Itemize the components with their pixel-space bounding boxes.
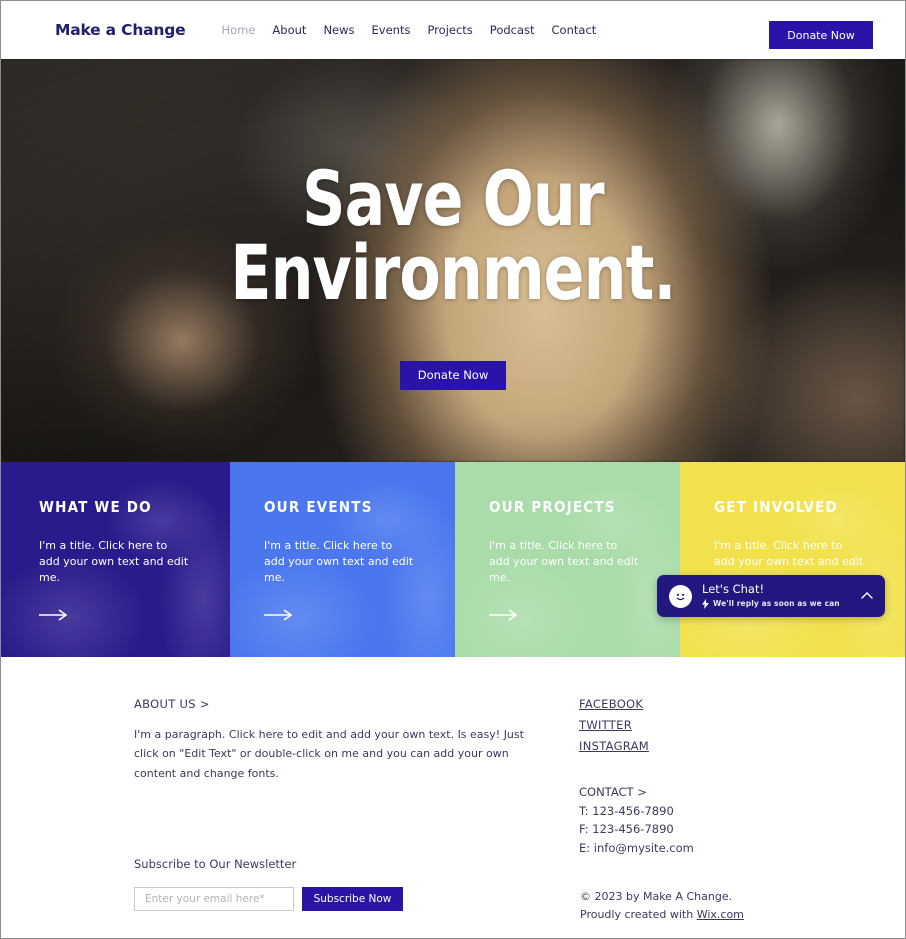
panel-our-events[interactable]: OUR EVENTS I'm a title. Click here to ad… <box>230 462 455 657</box>
header-donate-button[interactable]: Donate Now <box>769 21 873 49</box>
copyright-text: © 2023 by Make A Change. <box>580 890 733 903</box>
copyright-block: © 2023 by Make A Change. Proudly created… <box>580 888 744 923</box>
panel-title: OUR PROJECTS <box>489 498 616 516</box>
panel-what-we-do[interactable]: WHAT WE DO I'm a title. Click here to ad… <box>1 462 230 657</box>
hero-donate-button[interactable]: Donate Now <box>400 360 506 390</box>
panel-get-involved[interactable]: GET INVOLVED I'm a title. Click here to … <box>680 462 905 657</box>
main-navigation: Home About News Events Projects Podcast … <box>221 23 596 37</box>
nav-item-projects[interactable]: Projects <box>427 23 472 37</box>
panel-our-projects[interactable]: OUR PROJECTS I'm a title. Click here to … <box>455 462 680 657</box>
chevron-up-icon[interactable] <box>859 588 875 604</box>
chat-widget[interactable]: Let's Chat! We'll reply as soon as we ca… <box>657 575 885 617</box>
panel-text: I'm a title. Click here to add your own … <box>264 539 414 584</box>
contact-email: E: info@mysite.com <box>579 840 694 855</box>
nav-item-podcast[interactable]: Podcast <box>490 23 535 37</box>
hero-title-line-1: Save Our <box>302 154 604 243</box>
social-link-twitter[interactable]: TWITTER <box>579 718 694 732</box>
wix-link[interactable]: Wix.com <box>697 908 744 921</box>
feature-panels: WHAT WE DO I'm a title. Click here to ad… <box>1 462 905 657</box>
footer-about-column: ABOUT US > I'm a paragraph. Click here t… <box>134 697 534 858</box>
site-page: Make a Change Home About News Events Pro… <box>0 0 906 939</box>
chat-subtitle: We'll reply as soon as we can <box>713 599 840 609</box>
brand-logo[interactable]: Make a Change <box>55 21 186 39</box>
arrow-right-icon[interactable] <box>489 608 519 622</box>
nav-item-about[interactable]: About <box>272 23 306 37</box>
arrow-right-icon[interactable] <box>264 608 294 622</box>
panel-title: GET INVOLVED <box>714 498 838 516</box>
nav-item-contact[interactable]: Contact <box>552 23 597 37</box>
contact-phone: T: 123-456-7890 <box>579 803 674 818</box>
contact-block: CONTACT > T: 123-456-7890 F: 123-456-789… <box>579 783 694 858</box>
site-header: Make a Change Home About News Events Pro… <box>1 1 905 59</box>
chat-title: Let's Chat! <box>702 582 765 597</box>
site-footer: ABOUT US > I'm a paragraph. Click here t… <box>1 657 905 938</box>
lightning-bolt-icon <box>702 598 709 609</box>
hero-section: Save Our Environment. Donate Now <box>1 59 905 462</box>
contact-fax: F: 123-456-7890 <box>579 822 674 837</box>
hero-title-line-2: Environment. <box>230 228 676 318</box>
nav-item-events[interactable]: Events <box>372 23 411 37</box>
credit-text: Proudly created with Wix.com <box>580 906 744 924</box>
credit-prefix: Proudly created with <box>580 907 697 921</box>
newsletter-label: Subscribe to Our Newsletter <box>134 857 297 871</box>
hero-content: Save Our Environment. Donate Now <box>1 59 905 462</box>
nav-item-news[interactable]: News <box>323 23 354 37</box>
subscribe-button[interactable]: Subscribe Now <box>302 887 403 911</box>
newsletter-signup: Subscribe to Our Newsletter Subscribe No… <box>134 857 403 911</box>
chat-subtitle-row: We'll reply as soon as we can <box>702 598 859 609</box>
panel-title: WHAT WE DO <box>39 498 152 516</box>
panel-title: OUR EVENTS <box>264 498 373 516</box>
email-input[interactable] <box>134 887 294 911</box>
footer-social-contact-column: FACEBOOK TWITTER INSTAGRAM CONTACT > T: … <box>579 697 694 858</box>
about-paragraph: I'm a paragraph. Click here to edit and … <box>134 728 524 780</box>
contact-heading[interactable]: CONTACT > <box>579 783 694 802</box>
nav-item-home[interactable]: Home <box>221 23 255 37</box>
panel-text: I'm a title. Click here to add your own … <box>39 539 189 584</box>
panel-text: I'm a title. Click here to add your own … <box>489 539 639 584</box>
social-link-facebook[interactable]: FACEBOOK <box>579 697 694 711</box>
arrow-right-icon[interactable] <box>39 608 69 622</box>
hero-title: Save Our Environment. <box>230 154 676 318</box>
smiley-face-icon <box>669 584 692 608</box>
about-us-link[interactable]: ABOUT US > <box>134 697 534 711</box>
social-link-instagram[interactable]: INSTAGRAM <box>579 739 694 753</box>
